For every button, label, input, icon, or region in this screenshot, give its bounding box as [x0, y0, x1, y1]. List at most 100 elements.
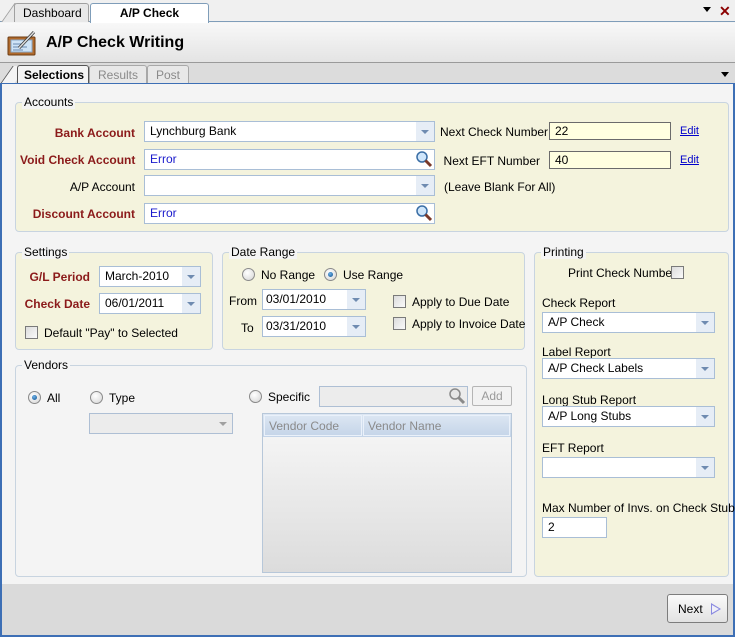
vendor-grid-header: Vendor Code Vendor Name [263, 414, 511, 437]
close-icon[interactable]: ✕ [719, 2, 731, 20]
chevron-down-icon[interactable] [182, 267, 200, 286]
to-date-picker[interactable]: 03/31/2010 [262, 316, 366, 337]
ap-account-hint: (Leave Blank For All) [444, 180, 556, 194]
label-report-label: Label Report [542, 345, 611, 359]
vendors-type-radio[interactable] [90, 391, 103, 404]
vendors-group-title: Vendors [22, 358, 71, 372]
vendors-type-label: Type [109, 391, 136, 405]
accounts-group-title: Accounts [22, 95, 76, 109]
next-check-number-value: 22 [555, 124, 569, 138]
label-report-select[interactable]: A/P Check Labels [542, 358, 715, 379]
check-report-value: A/P Check [548, 315, 605, 329]
check-date-picker[interactable]: 06/01/2011 [99, 293, 201, 314]
apply-invoice-date-label: Apply to Invoice Date [412, 317, 526, 331]
chevron-down-icon[interactable] [696, 359, 714, 378]
page-title: A/P Check Writing [46, 34, 185, 51]
discount-account-label: Discount Account [32, 207, 135, 221]
tab-menu-dropdown-icon[interactable] [721, 72, 729, 77]
max-invs-value: 2 [548, 520, 555, 534]
gl-period-label: G/L Period [29, 270, 90, 284]
use-range-radio[interactable] [324, 268, 337, 281]
apply-due-date-label: Apply to Due Date [412, 295, 510, 309]
ap-account-select[interactable] [144, 175, 435, 196]
edit-check-number-link[interactable]: Edit [680, 125, 699, 137]
ap-account-label: A/P Account [69, 180, 135, 194]
section-tabs: Selections Results Post [0, 63, 735, 85]
settings-group-title: Settings [22, 245, 70, 259]
search-icon[interactable] [448, 387, 466, 406]
next-check-number-input[interactable]: 22 [549, 122, 671, 140]
document-tab-strip: Dashboard A/P Check Writing ✕ [0, 0, 735, 38]
search-icon[interactable] [415, 204, 433, 223]
chevron-down-icon[interactable] [347, 290, 365, 309]
void-check-account-input[interactable]: Error [144, 149, 435, 170]
printing-group-title: Printing [541, 245, 586, 259]
eft-report-label: EFT Report [542, 441, 604, 455]
footer-bar [2, 584, 733, 635]
long-stub-report-label: Long Stub Report [542, 393, 637, 407]
from-date-picker[interactable]: 03/01/2010 [262, 289, 366, 310]
no-range-label: No Range [261, 268, 316, 282]
next-eft-number-label: Next EFT Number [443, 154, 540, 168]
void-check-account-label: Void Check Account [20, 153, 136, 167]
next-eft-number-value: 40 [555, 153, 569, 167]
tab-post[interactable]: Post [147, 65, 189, 84]
chevron-down-icon[interactable] [182, 294, 200, 313]
doc-tab-dashboard[interactable]: Dashboard [14, 3, 89, 22]
check-report-select[interactable]: A/P Check [542, 312, 715, 333]
add-vendor-button[interactable]: Add [472, 386, 512, 406]
max-invs-input[interactable]: 2 [542, 517, 607, 538]
bank-account-select[interactable]: Lynchburg Bank [144, 121, 435, 142]
specific-vendor-input[interactable] [319, 386, 468, 407]
to-date-value: 03/31/2010 [266, 319, 327, 333]
column-header-vendor-code[interactable]: Vendor Code [264, 415, 362, 436]
next-button[interactable]: Next [667, 594, 728, 623]
gl-period-select[interactable]: March-2010 [99, 266, 201, 287]
edit-eft-number-link[interactable]: Edit [680, 154, 699, 166]
tab-results[interactable]: Results [89, 65, 147, 84]
gl-period-value: March-2010 [105, 269, 170, 283]
doc-tab-ap-check-writing[interactable]: A/P Check Writing [90, 3, 209, 38]
tab-list-dropdown-icon[interactable] [703, 7, 711, 12]
search-icon[interactable] [415, 150, 433, 169]
void-check-account-value: Error [150, 152, 177, 166]
vendor-grid[interactable]: Vendor Code Vendor Name [262, 413, 512, 573]
chevron-down-icon[interactable] [696, 458, 714, 477]
from-date-value: 03/01/2010 [266, 292, 327, 306]
chevron-down-icon[interactable] [416, 176, 434, 195]
tab-selections[interactable]: Selections [17, 65, 89, 85]
column-header-vendor-name[interactable]: Vendor Name [363, 415, 510, 436]
from-label: From [229, 294, 257, 308]
default-pay-label: Default "Pay" to Selected [44, 326, 178, 340]
check-writing-icon [7, 30, 36, 56]
max-invs-label: Max Number of Invs. on Check Stub [542, 501, 735, 515]
next-button-label: Next [678, 602, 703, 616]
page-header: A/P Check Writing [0, 23, 735, 63]
vendor-type-select[interactable] [89, 413, 233, 434]
chevron-down-icon[interactable] [214, 414, 232, 433]
apply-invoice-date-checkbox[interactable] [393, 317, 406, 330]
long-stub-report-value: A/P Long Stubs [548, 409, 632, 423]
print-check-number-checkbox[interactable] [671, 266, 684, 279]
eft-report-select[interactable] [542, 457, 715, 478]
bank-account-label: Bank Account [54, 126, 135, 140]
chevron-down-icon[interactable] [347, 317, 365, 336]
next-eft-number-input[interactable]: 40 [549, 151, 671, 169]
chevron-down-icon[interactable] [696, 407, 714, 426]
discount-account-value: Error [150, 206, 177, 220]
vendors-specific-radio[interactable] [249, 390, 262, 403]
vendors-all-label: All [47, 391, 61, 405]
no-range-radio[interactable] [242, 268, 255, 281]
apply-due-date-checkbox[interactable] [393, 295, 406, 308]
arrow-right-icon [711, 603, 721, 615]
chevron-down-icon[interactable] [416, 122, 434, 141]
long-stub-report-select[interactable]: A/P Long Stubs [542, 406, 715, 427]
check-report-label: Check Report [542, 296, 616, 310]
check-date-value: 06/01/2011 [105, 296, 165, 310]
discount-account-input[interactable]: Error [144, 203, 435, 224]
label-report-value: A/P Check Labels [548, 361, 644, 375]
default-pay-checkbox[interactable] [25, 326, 38, 339]
vendors-specific-label: Specific [268, 390, 311, 404]
chevron-down-icon[interactable] [696, 313, 714, 332]
vendors-all-radio[interactable] [28, 391, 41, 404]
